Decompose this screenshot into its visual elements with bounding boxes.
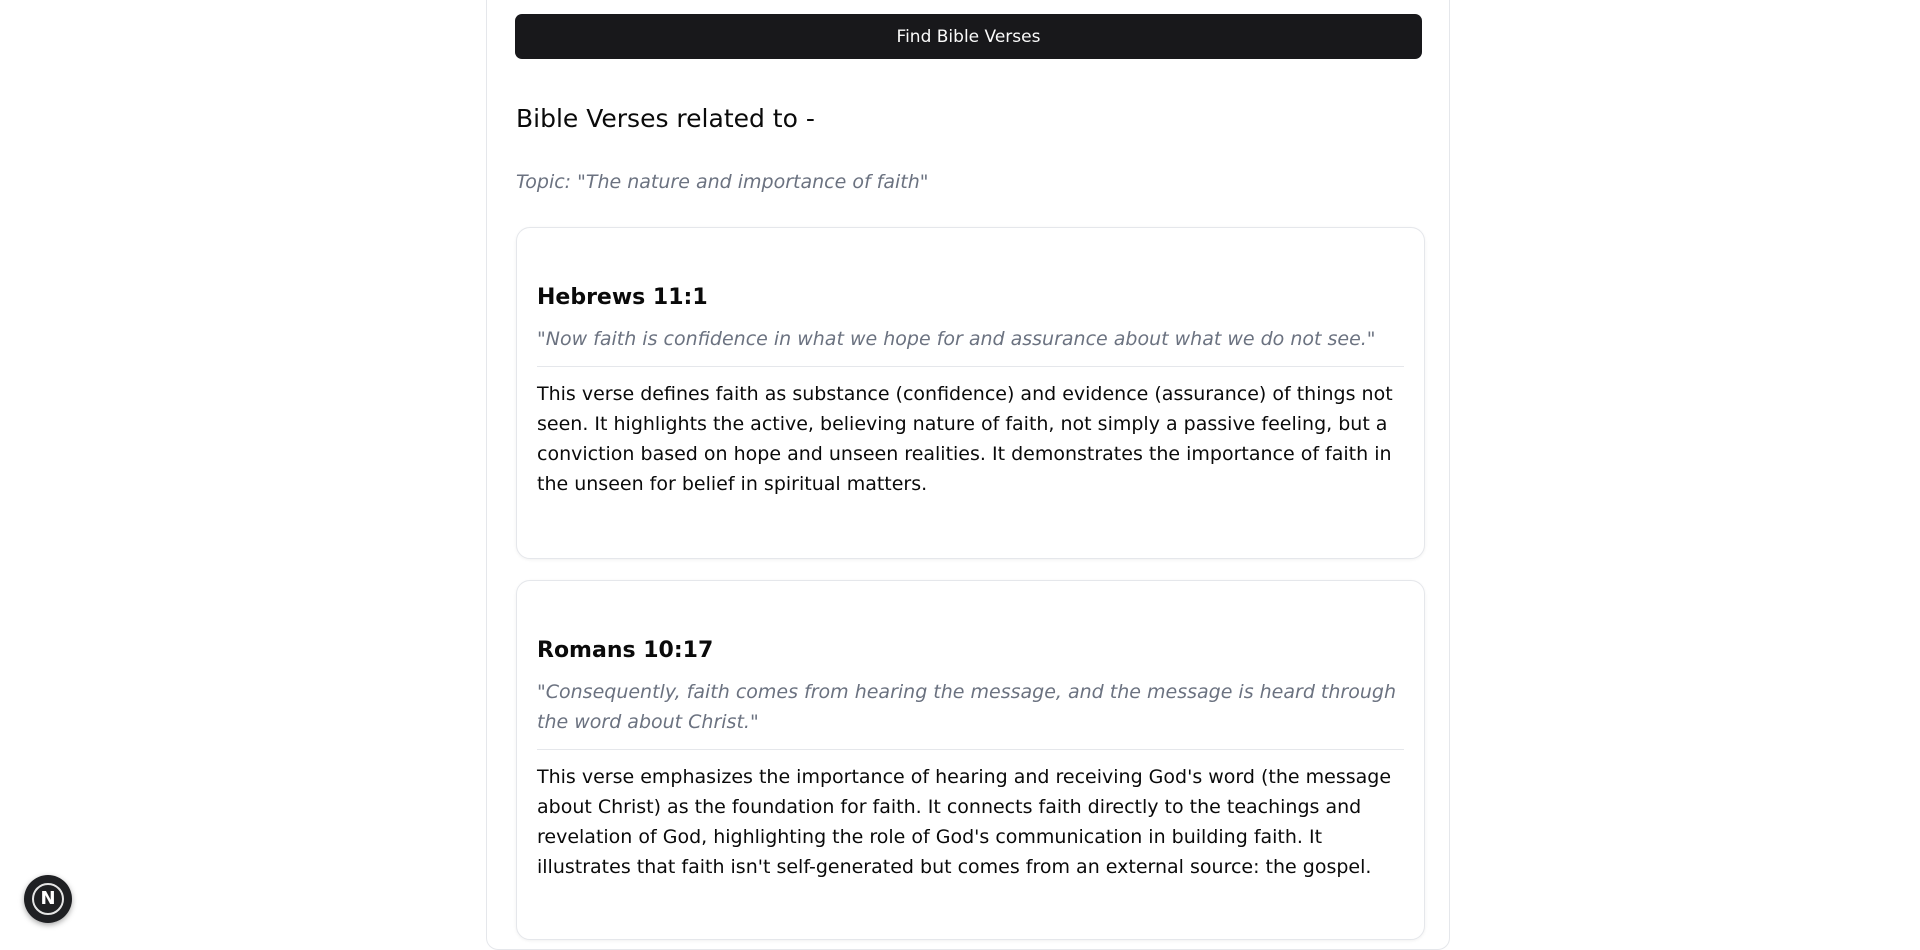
nextjs-logo-letter: N [40, 888, 56, 909]
verse-reference: Hebrews 11:1 [537, 285, 708, 310]
verse-explanation: This verse emphasizes the importance of … [537, 766, 1392, 878]
results-heading: Bible Verses related to - [516, 104, 815, 133]
topic-label: Topic: "The nature and importance of fai… [516, 171, 929, 193]
verse-explanation: This verse defines faith as substance (c… [537, 383, 1393, 495]
find-bible-verses-button[interactable]: Find Bible Verses [515, 14, 1422, 59]
verse-card: Hebrews 11:1 "Now faith is confidence in… [516, 227, 1425, 559]
verse-quote: "Now faith is confidence in what we hope… [537, 324, 1404, 367]
nextjs-logo-icon: N [32, 883, 64, 915]
verse-card: Romans 10:17 "Consequently, faith comes … [516, 580, 1425, 940]
verse-reference: Romans 10:17 [537, 638, 714, 663]
nextjs-dev-tools-button[interactable]: N [24, 875, 72, 923]
verse-quote: "Consequently, faith comes from hearing … [537, 677, 1404, 750]
